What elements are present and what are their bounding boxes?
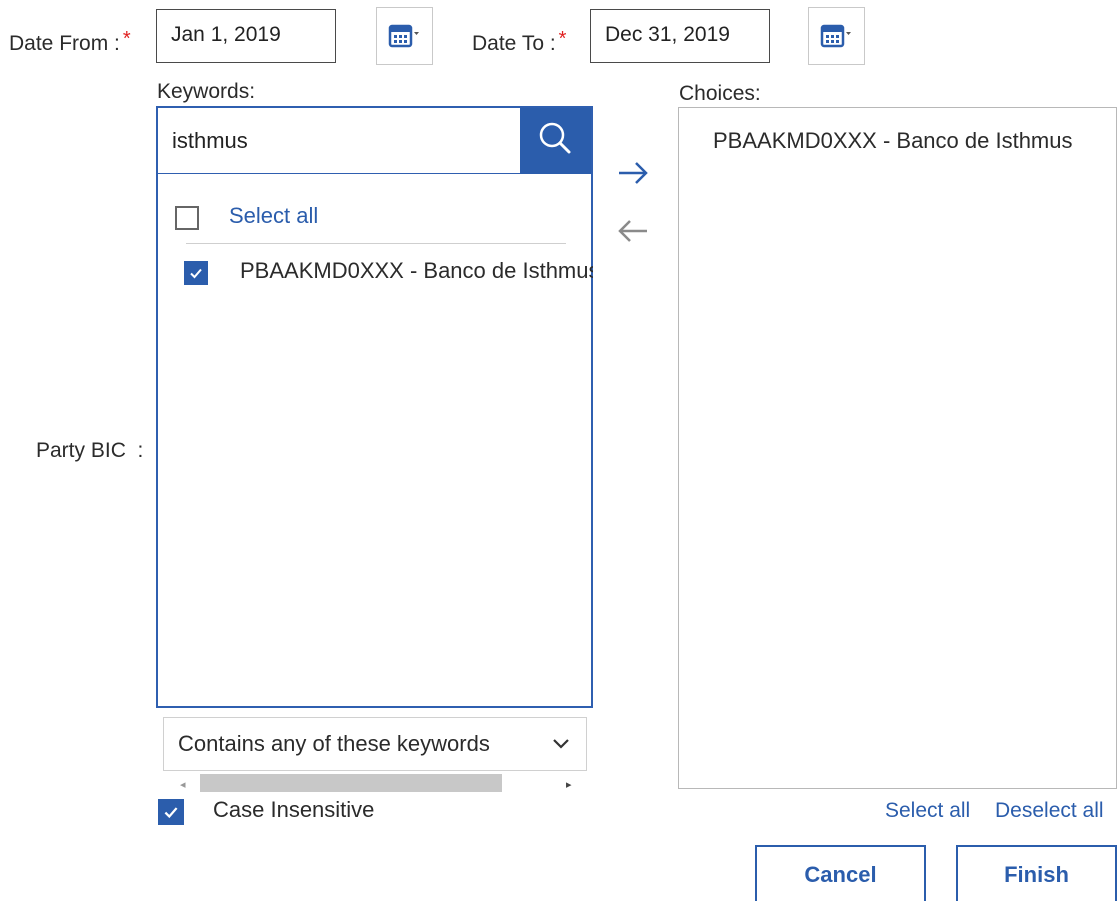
keyword-search-input[interactable]: isthmus [158,108,521,174]
choices-list: PBAAKMD0XXX - Banco de Isthmus [678,107,1117,789]
date-to-label: Date To : [472,32,556,55]
case-insensitive-label: Case Insensitive [213,797,375,822]
party-bic-label-wrap: Party BIC : [36,439,143,463]
required-marker: * [122,28,131,50]
date-from-input[interactable]: Jan 1, 2019 [156,9,336,63]
keywords-label: Keywords: [157,80,256,103]
select-all-checkbox[interactable] [175,206,199,230]
date-from-label-wrap: Date From : * [9,28,131,56]
date-to-calendar-button[interactable] [808,7,865,65]
list-item[interactable]: PBAAKMD0XXX - Banco de Isthmus [713,128,1073,154]
date-to-label-wrap: Date To : * [472,28,566,56]
search-icon [536,119,576,164]
date-to-input[interactable]: Dec 31, 2019 [590,9,770,63]
arrow-left-icon [616,220,650,250]
horizontal-scrollbar[interactable]: ◂ ▸ [174,770,583,800]
keywords-panel: isthmus Select all PBAAKMD0XXX - Banco d… [156,106,593,792]
arrow-right-icon [616,162,650,192]
calendar-icon [388,23,422,49]
match-mode-value: Contains any of these keywords [178,731,490,756]
move-right-button[interactable] [616,158,650,193]
choices-select-all-link[interactable]: Select all [885,799,970,823]
search-button[interactable] [520,108,591,174]
result-item-label: PBAAKMD0XXX - Banco de Isthmus [240,258,593,283]
results-divider [186,243,566,244]
party-bic-colon: : [137,439,144,462]
list-item[interactable]: PBAAKMD0XXX - Banco de Isthmus [184,258,593,288]
scrollbar-thumb[interactable] [200,774,502,792]
date-from-label: Date From : [9,32,120,55]
case-insensitive-checkbox[interactable] [158,799,184,825]
match-mode-select[interactable]: Contains any of these keywords [163,717,587,771]
choices-deselect-all-link[interactable]: Deselect all [995,799,1104,823]
finish-button[interactable]: Finish [956,845,1117,901]
calendar-icon [820,23,854,49]
chevron-down-icon [550,718,572,789]
choices-label: Choices: [679,82,761,105]
party-bic-label: Party BIC [36,439,126,462]
cancel-button[interactable]: Cancel [755,845,926,901]
scroll-left-icon[interactable]: ◂ [180,778,186,791]
required-marker: * [558,28,567,50]
move-left-button[interactable] [616,216,650,251]
result-checkbox[interactable] [184,261,208,285]
select-all-results-label[interactable]: Select all [229,203,318,229]
date-from-calendar-button[interactable] [376,7,433,65]
